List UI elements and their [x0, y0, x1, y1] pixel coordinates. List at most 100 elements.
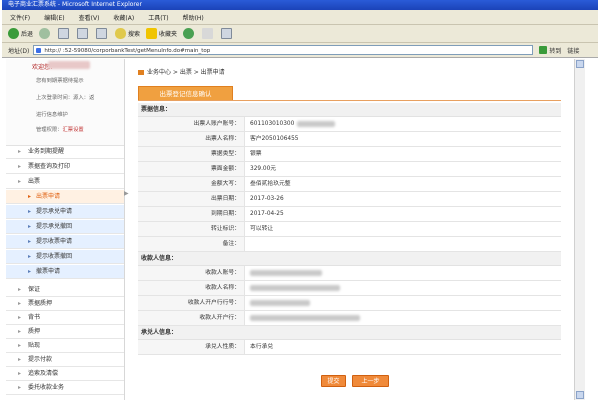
role-label: 管理权限：: [36, 127, 63, 133]
media-icon: [183, 28, 195, 39]
field-label: 票据类型：: [138, 147, 245, 161]
field-label: 金额大写：: [138, 177, 245, 191]
address-input[interactable]: http:// :52-59080/corporbankTest/getMenu…: [33, 45, 534, 55]
sidebar-item[interactable]: 委托收款业务: [6, 381, 124, 395]
field-value: 客户2050106455: [250, 136, 299, 142]
row-payee-account: 收款人账号：: [138, 266, 561, 281]
search-icon: [115, 28, 127, 39]
print-button[interactable]: [221, 28, 234, 39]
go-button[interactable]: 转到: [539, 46, 561, 55]
stop-icon: [58, 28, 70, 39]
row-issue-date: 出票日期： 2017-03-26: [138, 192, 561, 207]
favorites-button[interactable]: 收藏夹: [146, 28, 177, 39]
menu-bar: 文件(F) 编辑(E) 查看(V) 收藏(A) 工具(T) 帮助(H): [2, 10, 598, 25]
sidebar-item[interactable]: 保证: [6, 283, 124, 297]
row-acceptor-type: 承兑人性质： 本行承兑: [138, 340, 561, 355]
sidebar-item[interactable]: 提示承兑申请: [6, 205, 124, 219]
row-drawer-account: 出票人账户账号： 601103010300: [138, 117, 561, 132]
go-arrow-icon: [539, 46, 548, 54]
mail-button[interactable]: [202, 28, 215, 39]
field-value: 叁佰贰拾玖元整: [250, 181, 291, 187]
sidebar-item[interactable]: 贴现: [6, 339, 124, 353]
redacted-text: [250, 285, 340, 291]
sidebar-item[interactable]: 提示收票申请: [6, 235, 124, 249]
row-remark: 备注：: [138, 237, 561, 252]
sidebar-item[interactable]: 出票: [6, 175, 124, 189]
forward-arrow-icon: [39, 28, 51, 39]
sidebar: 欢迎您： 您有到期票据待提示 上次登录时间：源入：返 进行信息维护 管理权限：汇…: [6, 59, 125, 400]
home-icon: [138, 70, 144, 75]
sidebar-collapse-icon[interactable]: ▶: [124, 190, 130, 202]
row-payee-bank-code: 收款人开户行行号：: [138, 296, 561, 311]
sidebar-item[interactable]: 出票申请: [6, 190, 124, 204]
address-label: 地址(D): [8, 47, 30, 55]
refresh-button[interactable]: [77, 28, 90, 39]
home-button[interactable]: [96, 28, 109, 39]
user-info-line: 您有到期票据待提示: [36, 78, 84, 84]
field-value: 2017-03-26: [250, 196, 284, 202]
field-label: 收款人账号：: [138, 266, 245, 280]
field-label: 出票人账户账号：: [138, 117, 245, 131]
redacted-text: [250, 315, 360, 321]
field-value: 329.00元: [250, 166, 277, 172]
panel-divider: [138, 100, 561, 101]
back-button[interactable]: 后退: [8, 28, 33, 39]
vertical-scrollbar[interactable]: [574, 59, 585, 400]
back-arrow-icon: [8, 28, 19, 39]
row-amount: 票面金额： 329.00元: [138, 162, 561, 177]
menu-tools[interactable]: 工具(T): [148, 13, 168, 22]
refresh-icon: [77, 28, 89, 39]
role-value: 汇票设置: [62, 127, 84, 133]
section-acceptor-info: 承兑人信息：: [138, 326, 561, 340]
home-icon: [96, 28, 108, 39]
field-label: 收款人名称：: [138, 281, 245, 295]
sidebar-item[interactable]: 票据质押: [6, 297, 124, 311]
breadcrumb: 业务中心 > 出票 > 出票申请: [138, 67, 225, 76]
row-bill-type: 票据类型： 银票: [138, 147, 561, 162]
stop-button[interactable]: [58, 28, 71, 39]
links-label[interactable]: 链接: [567, 46, 579, 55]
prev-step-button[interactable]: 上一步: [352, 375, 389, 387]
menu-view[interactable]: 查看(V): [79, 13, 100, 22]
browser-toolbar: 后退 搜索 收藏夹: [2, 25, 598, 43]
menu-edit[interactable]: 编辑(E): [44, 13, 64, 22]
menu-favorites[interactable]: 收藏(A): [113, 13, 134, 22]
sidebar-item[interactable]: 撤票申请: [6, 265, 124, 279]
row-due-date: 到期日期： 2017-04-25: [138, 207, 561, 222]
print-icon: [221, 28, 233, 39]
redacted-text: [297, 120, 336, 127]
user-role-line: 管理权限：汇票设置: [36, 125, 84, 133]
window-title: 电子商业汇票系统 - Microsoft Internet Explorer: [2, 0, 598, 10]
field-value: 601103010300: [250, 117, 336, 131]
sidebar-item[interactable]: 提示付款: [6, 353, 124, 367]
field-label: 票面金额：: [138, 162, 245, 176]
sidebar-item[interactable]: 质押: [6, 325, 124, 339]
sidebar-item[interactable]: 票据查询及打印: [6, 160, 124, 174]
scroll-down-icon[interactable]: [576, 391, 584, 399]
sidebar-item[interactable]: 追索及清偿: [6, 367, 124, 381]
menu-file[interactable]: 文件(F): [10, 13, 30, 22]
scroll-up-icon[interactable]: [576, 60, 584, 68]
main-content: 业务中心 > 出票 > 出票申请 出票登记信息确认 票据信息： 出票人账户账号：…: [131, 62, 571, 400]
field-label: 出票人名称：: [138, 132, 245, 146]
field-value: 本行承兑: [250, 344, 274, 350]
sidebar-item[interactable]: 提示承兑撤回: [6, 220, 124, 234]
submit-button[interactable]: 提交: [321, 375, 346, 387]
sidebar-item[interactable]: 提示收票撤回: [6, 250, 124, 264]
section-payee-info: 收款人信息：: [138, 252, 561, 266]
media-button[interactable]: [183, 28, 196, 39]
sidebar-item[interactable]: 背书: [6, 311, 124, 325]
row-payee-bank: 收款人开户行：: [138, 311, 561, 326]
field-label: 承兑人性质：: [138, 340, 245, 354]
field-value: 可以转让: [250, 226, 274, 232]
field-value: 银票: [250, 151, 262, 157]
field-label: 转让标识：: [138, 222, 245, 236]
forward-button[interactable]: [39, 28, 52, 39]
user-info-line[interactable]: 进行信息维护: [36, 110, 68, 118]
sidebar-item[interactable]: 业务到期提醒: [6, 145, 124, 159]
menu-help[interactable]: 帮助(H): [183, 13, 204, 22]
field-label: 收款人开户行：: [138, 311, 245, 325]
search-button[interactable]: 搜索: [115, 28, 140, 39]
field-value: 2017-04-25: [250, 211, 284, 217]
mail-icon: [202, 28, 214, 39]
